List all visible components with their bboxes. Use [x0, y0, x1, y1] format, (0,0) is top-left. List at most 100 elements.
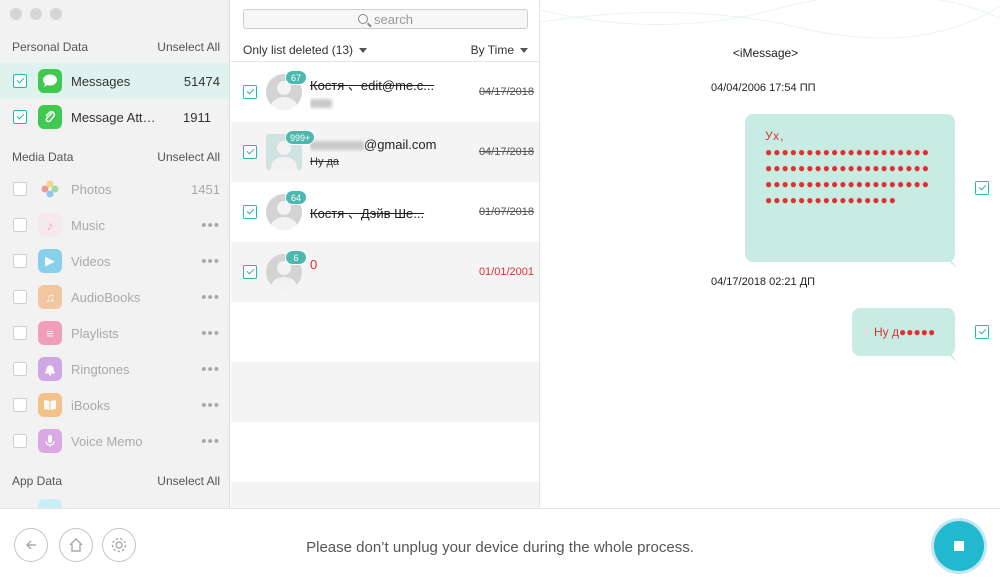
filter-label: Only list deleted (13) — [243, 42, 354, 57]
chevron-down-icon — [520, 47, 528, 53]
sidebar-item-messages[interactable]: Messages 51474 — [0, 63, 229, 99]
sidebar-item-music[interactable]: ♪ Music ••• — [0, 207, 229, 243]
sidebar-item-videos[interactable]: ▶ Videos ••• — [0, 243, 229, 279]
message-bubble: Ну д●●●●● — [852, 308, 955, 356]
stop-button[interactable] — [934, 521, 984, 571]
checkbox[interactable] — [13, 218, 27, 232]
section-title: App Data — [12, 474, 63, 488]
message-timestamp: 04/04/2006 17:54 ПП — [711, 82, 816, 94]
bottom-bar: Please don’t unplug your device during t… — [0, 508, 1000, 580]
sidebar-item-label: Playlists — [71, 325, 119, 341]
checkbox[interactable] — [243, 145, 257, 159]
sidebar-item-label: AudioBooks — [71, 289, 141, 305]
sidebar-item-label: iBooks — [71, 397, 111, 413]
message-bubble: Ух, ●●●●●●●●●●●●●●●●●●●●●●●●●●●●●●●●●●●●… — [745, 114, 955, 262]
checkbox[interactable] — [13, 290, 27, 304]
message-checkbox[interactable] — [975, 325, 989, 339]
loading-dots: ••• — [201, 396, 220, 414]
loading-dots: ••• — [201, 432, 220, 450]
empty-row — [231, 482, 539, 508]
sidebar-item-playlists[interactable]: ≡ Playlists ••• — [0, 315, 229, 351]
loading-dots: ••• — [201, 324, 220, 342]
sidebar-item-label: Videos — [71, 253, 111, 269]
sidebar-item-message-attachments[interactable]: Message Attachments 1911 — [0, 99, 229, 135]
message-count-badge: 64 — [285, 190, 307, 205]
conversation-info: Костя 、edit@me.c... — [310, 75, 450, 110]
message-count-badge: 6 — [285, 250, 307, 265]
zoom-window-button[interactable] — [50, 8, 62, 20]
conversation-row[interactable]: 67 Костя 、edit@me.c... 04/17/2018 — [231, 62, 539, 122]
app-data-partial-icon — [38, 499, 62, 508]
sidebar-item-label: Photos — [71, 181, 112, 197]
message-text: Ну д●●●●● — [874, 325, 936, 339]
sidebar-item-ibooks[interactable]: iBooks ••• — [0, 387, 229, 423]
checkbox[interactable] — [13, 110, 27, 124]
unselect-all-button[interactable]: Unselect All — [157, 150, 220, 164]
checkbox[interactable] — [243, 85, 257, 99]
checkbox[interactable] — [13, 362, 27, 376]
conversation-date: 04/17/2018 — [478, 86, 534, 98]
search-icon — [357, 14, 368, 24]
window-controls — [10, 8, 62, 20]
sidebar-item-photos[interactable]: Photos 1451 — [0, 171, 229, 207]
conversation-info: Костя 、Дэйв Ше... — [310, 203, 450, 222]
sidebar-item-label: Music — [71, 217, 105, 233]
loading-dots: ••• — [201, 360, 220, 378]
sidebar-item-audiobooks[interactable]: ♫ AudioBooks ••• — [0, 279, 229, 315]
videos-icon: ▶ — [38, 249, 62, 273]
checkbox[interactable] — [13, 398, 27, 412]
only-deleted-dropdown[interactable]: Only list deleted (13) — [243, 42, 368, 57]
search-input[interactable]: search — [243, 9, 528, 29]
paperclip-icon — [38, 105, 62, 129]
conversation-preview — [310, 98, 450, 110]
checkbox[interactable] — [13, 254, 27, 268]
checkbox[interactable] — [243, 265, 257, 279]
conversation-date: 01/07/2018 — [478, 206, 534, 218]
avatar: 6 — [266, 250, 307, 290]
message-count-badge: 67 — [285, 70, 307, 85]
unselect-all-button[interactable]: Unselect All — [157, 474, 220, 488]
chat-title: <iMessage> — [732, 46, 799, 60]
item-count: 1911 — [183, 109, 211, 125]
empty-row — [231, 302, 539, 362]
title-text: @gmail.com — [364, 136, 437, 152]
sort-dropdown[interactable]: By Time — [471, 43, 528, 57]
app-data-header: App Data Unselect All — [0, 469, 229, 493]
checkbox[interactable] — [243, 205, 257, 219]
close-window-button[interactable] — [10, 8, 22, 20]
stop-icon — [954, 541, 964, 551]
chevron-down-icon — [359, 47, 368, 53]
sort-label: By Time — [470, 42, 514, 57]
unselect-all-button[interactable]: Unselect All — [157, 40, 220, 54]
conversation-row[interactable]: 6 0 01/01/2001 — [231, 242, 539, 302]
sidebar-item-label: Voice Memo — [71, 433, 143, 449]
conversation-title: Костя 、edit@me.c... — [310, 77, 435, 93]
message-count-badge: 999+ — [285, 130, 316, 145]
checkbox[interactable] — [13, 326, 27, 340]
header-decoration — [541, 0, 1000, 39]
checkbox[interactable] — [13, 434, 27, 448]
sidebar-item-voice-memo[interactable]: Voice Memo ••• — [0, 423, 229, 459]
item-count: 1451 — [191, 181, 220, 197]
conversation-list-panel: search Only list deleted (13) By Time 67… — [231, 0, 540, 508]
loading-dots: ••• — [201, 216, 220, 234]
media-data-header: Media Data Unselect All — [0, 145, 229, 169]
messages-icon — [38, 69, 62, 93]
conversation-info: @gmail.com Ну да — [310, 137, 450, 168]
search-placeholder: search — [373, 11, 414, 27]
personal-data-header: Personal Data Unselect All — [0, 35, 229, 59]
checkbox[interactable] — [13, 182, 27, 196]
conversation-date: 04/17/2018 — [478, 146, 534, 158]
conversation-info: 0 — [310, 257, 450, 272]
conversation-row[interactable]: 64 Костя 、Дэйв Ше... 01/07/2018 — [231, 182, 539, 242]
message-checkbox[interactable] — [975, 181, 989, 195]
sidebar-item-ringtones[interactable]: Ringtones ••• — [0, 351, 229, 387]
section-title: Personal Data — [12, 40, 89, 54]
checkbox[interactable] — [13, 74, 27, 88]
sidebar-item-label: Ringtones — [71, 361, 130, 377]
conversation-row[interactable]: 999+ @gmail.com Ну да 04/17/2018 — [231, 122, 539, 182]
blurred-text — [310, 140, 364, 150]
minimize-window-button[interactable] — [30, 8, 42, 20]
conversation-title: Костя 、Дэйв Ше... — [310, 205, 425, 221]
empty-row — [231, 422, 539, 482]
